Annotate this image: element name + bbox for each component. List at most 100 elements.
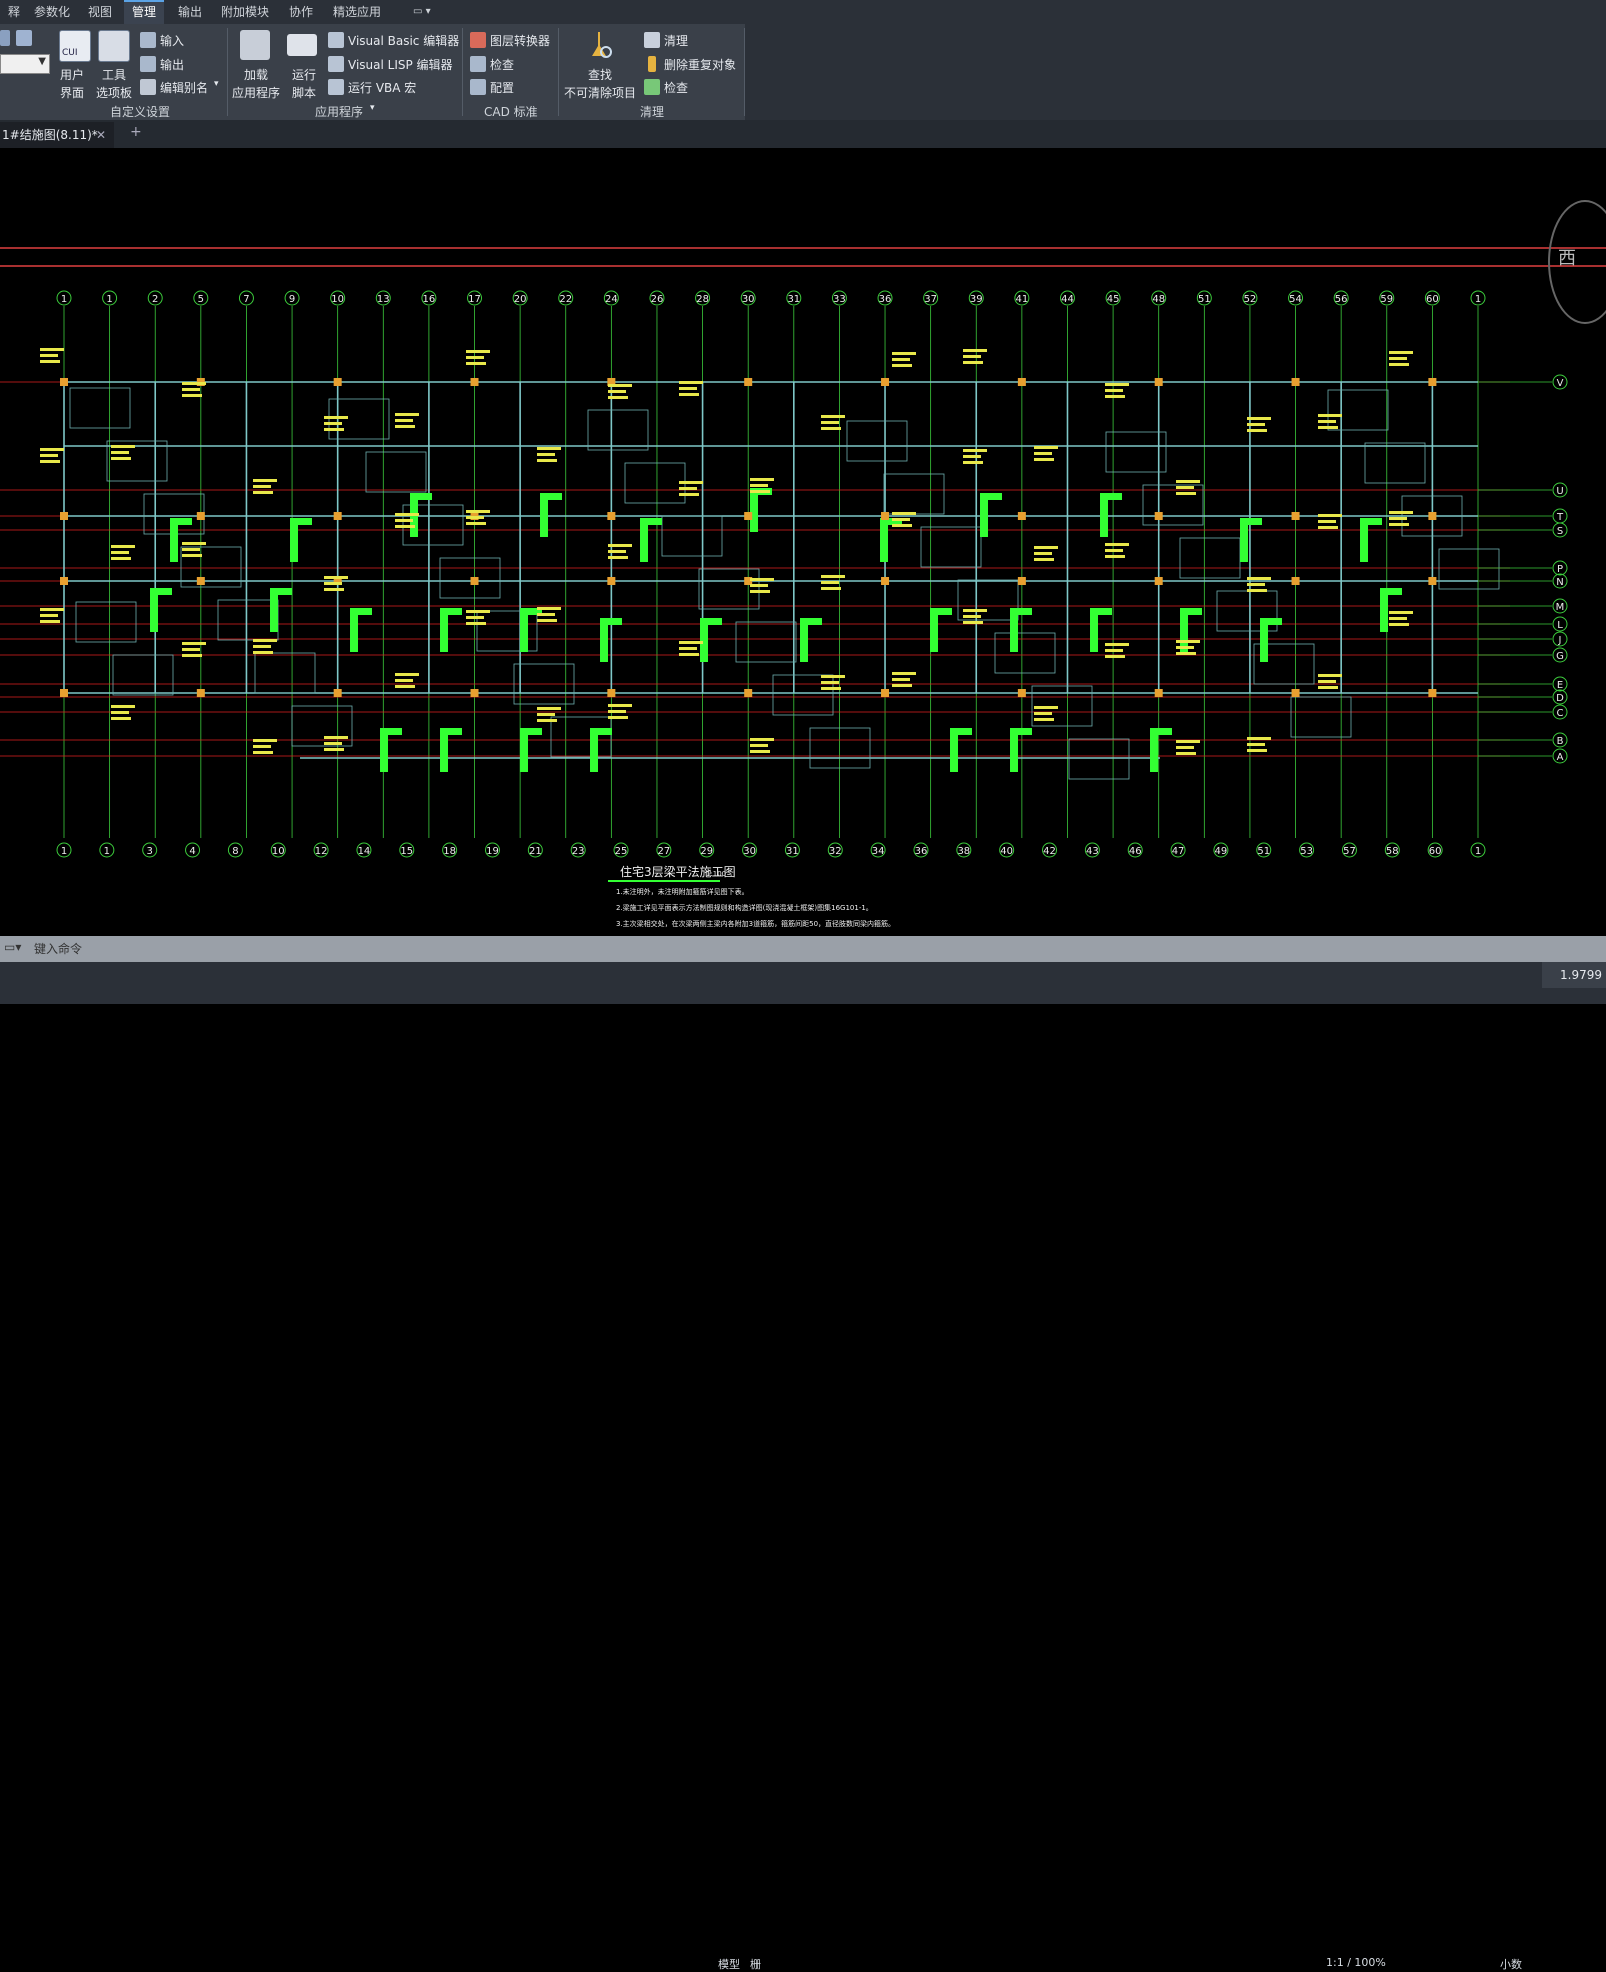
audit-button[interactable]: 检查 xyxy=(664,79,688,96)
drawing-canvas[interactable]: 1 1 2 5 7 9 10 13 16 17 20 22 24 26 28 30 31 33 36 37 39 41 44… xyxy=(0,148,1606,936)
chevron-down-icon[interactable]: ▾ xyxy=(214,79,219,89)
vba-editor-icon[interactable] xyxy=(328,32,344,48)
tab-manage[interactable]: 管理 xyxy=(124,0,165,26)
find-nonpurgeable-label-1[interactable]: 查找 xyxy=(588,66,612,83)
run-script-label-2[interactable]: 脚本 xyxy=(292,84,316,101)
annotation xyxy=(1318,420,1336,423)
check-standards-icon[interactable] xyxy=(470,56,486,72)
user-interface-label-2[interactable]: 界面 xyxy=(60,84,84,101)
annotation xyxy=(963,349,987,352)
clip-icon[interactable] xyxy=(0,30,10,46)
layer-translator-icon[interactable] xyxy=(470,32,486,48)
grid-toggle[interactable]: 栅 xyxy=(750,1956,761,1972)
command-line-menu-icon[interactable]: ▭▾ xyxy=(4,940,21,954)
annotation xyxy=(1034,558,1054,561)
tab-view[interactable]: 视图 xyxy=(80,0,120,24)
find-nonpurgeable-label-2[interactable]: 不可清除项目 xyxy=(564,84,636,101)
tool-palettes-label-1[interactable]: 工具 xyxy=(102,66,126,83)
lisp-editor-button[interactable]: Visual LISP 编辑器 xyxy=(348,56,453,73)
model-space-button[interactable]: 模型 xyxy=(718,1956,740,1972)
tab-annotate[interactable]: 释 xyxy=(0,0,28,24)
command-input[interactable]: 键入命令 xyxy=(34,940,82,957)
cui-icon[interactable]: CUI xyxy=(59,30,91,62)
export-button[interactable]: 输出 xyxy=(160,56,184,73)
annotation xyxy=(679,641,703,644)
tool-palettes-icon[interactable] xyxy=(98,30,130,62)
check-standards-button[interactable]: 检查 xyxy=(490,56,514,73)
annotation xyxy=(395,425,415,428)
node xyxy=(607,512,616,520)
annotation xyxy=(750,478,774,481)
ribbon-toggle-icon[interactable]: ▭ ▾ xyxy=(405,0,439,24)
export-icon[interactable] xyxy=(140,56,156,72)
axis-label: 36 xyxy=(879,294,892,305)
configure-standards-button[interactable]: 配置 xyxy=(490,79,514,96)
tab-featured-apps[interactable]: 精选应用 xyxy=(325,0,389,24)
close-icon[interactable]: ✕ xyxy=(96,122,106,148)
edit-alias-button[interactable]: 编辑别名 xyxy=(160,79,208,96)
layer-translator-button[interactable]: 图层转换器 xyxy=(490,32,550,49)
load-application-icon[interactable] xyxy=(240,30,270,60)
beam-box xyxy=(1179,537,1241,579)
node xyxy=(881,577,890,585)
run-script-icon[interactable] xyxy=(287,34,317,56)
node xyxy=(1154,689,1163,697)
node xyxy=(744,689,753,697)
load-app-label-2[interactable]: 应用程序 xyxy=(232,84,280,101)
tool-palettes-label-2[interactable]: 选项板 xyxy=(96,84,132,101)
workspace-dropdown[interactable]: ▼ xyxy=(0,54,50,74)
annotation xyxy=(963,461,983,464)
annotation xyxy=(324,736,348,739)
units-button[interactable]: 小数 xyxy=(1500,1956,1522,1972)
axis-label: 9 xyxy=(289,294,295,305)
copy-icon[interactable] xyxy=(16,30,32,46)
annotation xyxy=(40,620,60,623)
add-tab-icon[interactable]: + xyxy=(130,124,142,140)
purge-button[interactable]: 清理 xyxy=(664,32,688,49)
run-vba-icon[interactable] xyxy=(328,79,344,95)
beam-box xyxy=(920,526,982,568)
user-interface-label-1[interactable]: 用户 xyxy=(60,66,84,83)
delete-duplicates-button[interactable]: 删除重复对象 xyxy=(664,56,736,73)
tab-addins[interactable]: 附加模块 xyxy=(213,0,277,24)
annotation xyxy=(1105,649,1123,652)
apps-panel-title: 应用程序 xyxy=(315,105,364,119)
purge-icon[interactable] xyxy=(644,32,660,48)
annotation xyxy=(892,512,916,515)
broom-search-icon[interactable] xyxy=(584,30,614,60)
beam-box xyxy=(439,557,501,599)
node xyxy=(470,689,479,697)
import-button[interactable]: 输入 xyxy=(160,32,184,49)
annotation xyxy=(182,554,202,557)
tab-collaborate[interactable]: 协作 xyxy=(281,0,321,24)
vba-editor-button[interactable]: Visual Basic 编辑器 xyxy=(348,32,459,49)
annotation-scale[interactable]: 1:1 / 100% xyxy=(1326,1956,1386,1969)
chevron-down-icon[interactable]: ▾ xyxy=(370,103,375,113)
document-tab[interactable]: 1#结施图(8.11)* ✕ xyxy=(0,122,114,148)
command-line[interactable]: ▭▾ 键入命令 xyxy=(0,936,1606,962)
axis-label: 42 xyxy=(1043,846,1056,857)
column xyxy=(700,618,722,625)
load-app-label-1[interactable]: 加载 xyxy=(244,66,268,83)
annotation xyxy=(466,356,484,359)
lisp-editor-icon[interactable] xyxy=(328,56,344,72)
axis-label: J xyxy=(1558,635,1562,646)
beam-box xyxy=(883,473,945,515)
audit-icon[interactable] xyxy=(644,79,660,95)
import-icon[interactable] xyxy=(140,32,156,48)
tab-parametric[interactable]: 参数化 xyxy=(26,0,78,24)
run-script-label-1[interactable]: 运行 xyxy=(292,66,316,83)
configure-standards-icon[interactable] xyxy=(470,79,486,95)
beam-box xyxy=(661,515,723,557)
axis-label: 48 xyxy=(1152,294,1165,305)
run-vba-button[interactable]: 运行 VBA 宏 xyxy=(348,79,416,96)
tab-output[interactable]: 输出 xyxy=(170,0,210,24)
axis-label: 30 xyxy=(742,294,755,305)
edit-alias-icon[interactable] xyxy=(140,79,156,95)
annotation xyxy=(111,445,135,448)
axis-label: 47 xyxy=(1172,846,1185,857)
axis-label: 31 xyxy=(787,294,800,305)
axis-label: 60 xyxy=(1429,846,1442,857)
overkill-icon[interactable] xyxy=(648,56,656,72)
axis-label: 8 xyxy=(232,846,238,857)
